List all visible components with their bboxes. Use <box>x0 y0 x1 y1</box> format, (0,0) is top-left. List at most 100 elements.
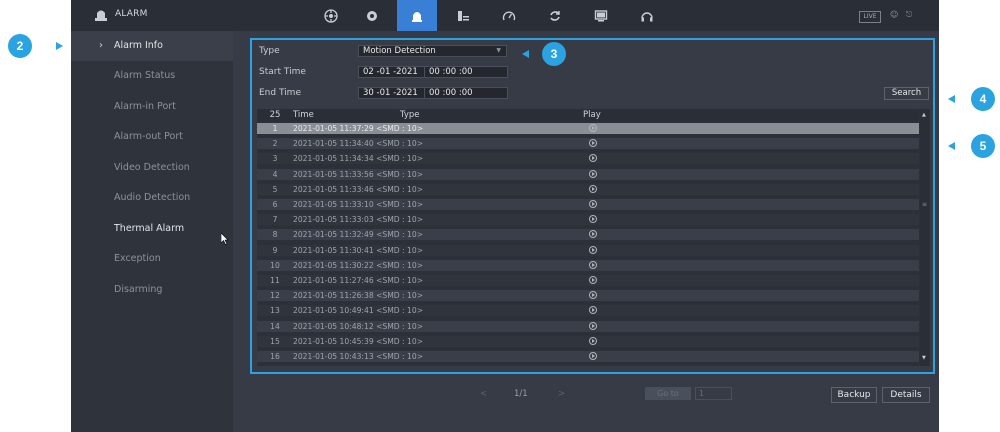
play-icon[interactable] <box>589 306 597 315</box>
play-icon[interactable] <box>589 139 597 148</box>
play-icon[interactable] <box>589 276 597 284</box>
sidebar-item-alarm-info[interactable]: › Alarm Info <box>71 31 233 61</box>
row-number: 13 <box>270 306 280 316</box>
goto-button[interactable]: Go to <box>645 387 691 400</box>
end-time-label: End Time <box>259 88 301 98</box>
play-icon[interactable] <box>589 184 597 193</box>
header-play: Play <box>583 110 601 120</box>
callout-2-arrow-icon <box>56 42 63 50</box>
play-icon[interactable] <box>589 230 597 239</box>
display-icon[interactable] <box>581 0 621 31</box>
table-row[interactable]: 10 2021-01-05 11:30:22 <SMD : 10> <box>257 259 919 271</box>
play-icon[interactable] <box>589 336 597 345</box>
callout-3: 3 <box>542 42 566 66</box>
play-icon[interactable] <box>589 291 597 300</box>
sidebar-item-audio-detection[interactable]: Audio Detection <box>71 183 233 213</box>
alarm-logo-icon <box>95 10 107 21</box>
headset-icon[interactable] <box>627 0 667 31</box>
settings-icon[interactable] <box>352 0 392 31</box>
row-number: 5 <box>272 184 278 194</box>
details-button[interactable]: Details <box>882 387 930 403</box>
type-label: Type <box>259 46 280 56</box>
start-date-field[interactable]: 02 -01 -2021 <box>358 66 425 78</box>
start-time-field[interactable]: 00 :00 :00 <box>424 66 508 78</box>
table-row[interactable]: 5 2021-01-05 11:33:46 <SMD : 10> <box>257 183 919 195</box>
row-event: 2021-01-05 11:33:10 <SMD : 10> <box>293 200 424 209</box>
row-number: 9 <box>272 245 278 255</box>
search-button[interactable]: Search <box>884 87 929 100</box>
row-number: 8 <box>272 230 278 240</box>
play-icon[interactable] <box>589 154 597 163</box>
sidebar-item-disarming[interactable]: Disarming <box>71 275 233 305</box>
scroll-down-icon[interactable]: ▼ <box>922 355 926 361</box>
table-row[interactable]: 15 2021-01-05 10:45:39 <SMD : 10> <box>257 335 919 347</box>
play-icon[interactable] <box>589 260 597 269</box>
scrollbar[interactable]: ▲ ≡ ▼ <box>920 109 929 366</box>
table-row[interactable]: 7 2021-01-05 11:33:03 <SMD : 10> <box>257 214 919 226</box>
backup-icon[interactable] <box>535 0 575 31</box>
row-event: 2021-01-05 11:30:22 <SMD : 10> <box>293 260 424 270</box>
row-number: 6 <box>272 200 278 209</box>
play-icon[interactable] <box>589 169 597 178</box>
play-icon[interactable] <box>589 215 597 224</box>
table-header: 25 Time Type Play <box>257 109 919 121</box>
overview-icon[interactable] <box>311 0 351 31</box>
table-row[interactable]: 2 2021-01-05 11:34:40 <SMD : 10> <box>257 138 919 150</box>
type-select[interactable]: Motion Detection ▼ <box>358 45 507 57</box>
page-input[interactable]: 1 <box>695 387 732 400</box>
play-icon[interactable] <box>589 321 597 330</box>
storage-icon[interactable] <box>443 0 483 31</box>
backup-button[interactable]: Backup <box>831 387 877 403</box>
sidebar-item-alarm-in-port[interactable]: Alarm-in Port <box>71 92 233 122</box>
row-number: 2 <box>272 139 278 149</box>
prev-page-button[interactable]: < <box>480 389 487 399</box>
user-icon[interactable]: ☺ <box>890 10 898 19</box>
scroll-up-icon[interactable]: ▲ <box>922 112 926 118</box>
row-event: 2021-01-05 11:32:49 <SMD : 10> <box>293 230 424 240</box>
page-indicator: 1/1 <box>514 389 528 399</box>
performance-icon[interactable] <box>489 0 529 31</box>
next-page-button[interactable]: > <box>558 389 565 399</box>
sidebar-item-thermal-alarm[interactable]: Thermal Alarm <box>71 214 233 244</box>
row-event: 2021-01-05 11:33:03 <SMD : 10> <box>293 215 424 225</box>
table-row[interactable]: 16 2021-01-05 10:43:13 <SMD : 10> <box>257 351 919 362</box>
end-date-field[interactable]: 30 -01 -2021 <box>358 87 425 99</box>
play-icon[interactable] <box>589 124 597 132</box>
row-number: 12 <box>270 291 280 301</box>
table-row[interactable]: 12 2021-01-05 11:26:38 <SMD : 10> <box>257 290 919 302</box>
result-count: 25 <box>269 110 281 120</box>
row-event: 2021-01-05 11:27:46 <SMD : 10> <box>293 276 424 285</box>
app-title: ALARM <box>115 9 148 19</box>
table-row[interactable]: 1 2021-01-05 11:37:29 <SMD : 10> <box>257 123 919 134</box>
table-row[interactable]: 9 2021-01-05 11:30:41 <SMD : 10> <box>257 244 919 256</box>
table-row[interactable]: 3 2021-01-05 11:34:34 <SMD : 10> <box>257 153 919 165</box>
live-button[interactable]: LIVE <box>859 11 881 23</box>
sidebar-item-video-detection[interactable]: Video Detection <box>71 153 233 183</box>
table-row[interactable]: 11 2021-01-05 11:27:46 <SMD : 10> <box>257 275 919 286</box>
play-icon[interactable] <box>589 352 597 360</box>
sidebar-item-alarm-status[interactable]: Alarm Status <box>71 61 233 91</box>
start-time-label: Start Time <box>259 67 306 77</box>
table-row[interactable]: 6 2021-01-05 11:33:10 <SMD : 10> <box>257 199 919 210</box>
callout-4-arrow-icon <box>948 95 955 103</box>
row-number: 16 <box>270 352 280 361</box>
table-row[interactable]: 13 2021-01-05 10:49:41 <SMD : 10> <box>257 305 919 317</box>
alarm-app-window: ALARM LIVE ☺ ⎋ › Alarm Info Alarm Status… <box>71 0 939 432</box>
play-icon[interactable] <box>589 200 597 208</box>
sidebar-item-exception[interactable]: Exception <box>71 244 233 274</box>
logout-icon[interactable]: ⎋ <box>906 10 912 20</box>
row-event: 2021-01-05 11:37:29 <SMD : 10> <box>293 124 424 133</box>
table-row[interactable]: 4 2021-01-05 11:33:56 <SMD : 10> <box>257 168 919 180</box>
row-number: 7 <box>272 215 278 225</box>
alarm-icon[interactable] <box>397 0 437 31</box>
play-icon[interactable] <box>589 245 597 254</box>
row-number: 11 <box>270 276 280 285</box>
sidebar-item-alarm-out-port[interactable]: Alarm-out Port <box>71 122 233 152</box>
table-row[interactable]: 14 2021-01-05 10:48:12 <SMD : 10> <box>257 320 919 332</box>
callout-5-arrow-icon <box>948 142 955 150</box>
scroll-grip-icon[interactable]: ≡ <box>922 201 927 208</box>
end-time-field[interactable]: 00 :00 :00 <box>424 87 508 99</box>
table-row[interactable]: 8 2021-01-05 11:32:49 <SMD : 10> <box>257 229 919 241</box>
callout-4: 4 <box>971 87 995 111</box>
chevron-right-icon: › <box>99 40 103 51</box>
